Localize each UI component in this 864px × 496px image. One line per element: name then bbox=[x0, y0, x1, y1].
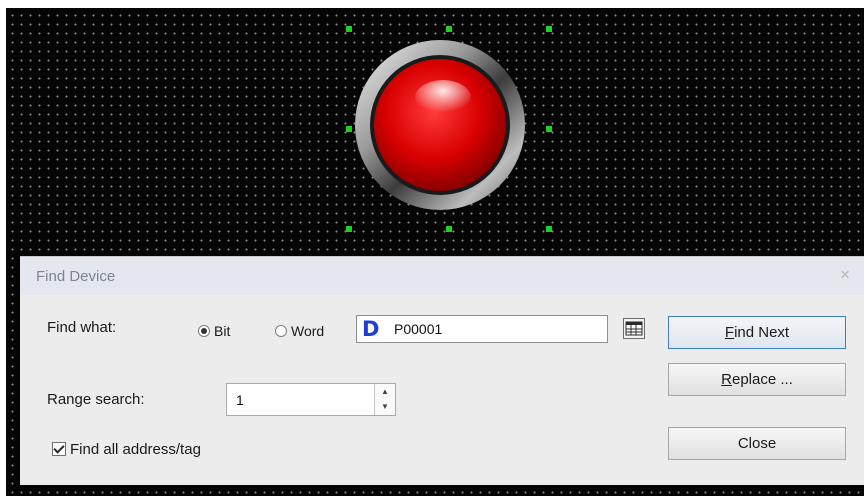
selection-handle-bottom-middle[interactable] bbox=[446, 226, 452, 232]
selection-handle-middle-right[interactable] bbox=[546, 126, 552, 132]
bit-radio[interactable] bbox=[198, 325, 210, 337]
spin-down-icon[interactable]: ▼ bbox=[375, 399, 395, 414]
range-search-value: 1 bbox=[236, 392, 244, 408]
close-button[interactable]: Close bbox=[668, 427, 846, 460]
word-radio[interactable] bbox=[275, 325, 287, 337]
device-address-input[interactable]: D P00001 bbox=[356, 315, 608, 343]
device-type-icon: D bbox=[362, 317, 380, 341]
selection-handle-bottom-right[interactable] bbox=[546, 226, 552, 232]
replace-mnemonic: R bbox=[721, 371, 732, 388]
word-radio-label[interactable]: Word bbox=[291, 323, 324, 339]
selection-handle-top-left[interactable] bbox=[346, 26, 352, 32]
bit-radio-label[interactable]: Bit bbox=[214, 323, 230, 339]
range-search-label: Range search: bbox=[47, 391, 145, 408]
find-what-label: Find what: bbox=[47, 319, 117, 336]
range-search-spinner[interactable]: 1 ▲ ▼ bbox=[226, 383, 396, 416]
lamp-button-icon[interactable] bbox=[350, 33, 540, 223]
selection-handle-top-middle[interactable] bbox=[446, 26, 452, 32]
find-device-dialog: Find Device × Find what: Bit Word D P000… bbox=[20, 256, 864, 485]
device-table-button[interactable] bbox=[623, 318, 645, 339]
selection-handle-bottom-left[interactable] bbox=[346, 226, 352, 232]
find-all-label[interactable]: Find all address/tag bbox=[70, 441, 201, 458]
find-all-checkbox[interactable] bbox=[52, 442, 66, 456]
dialog-title: Find Device bbox=[36, 268, 116, 285]
device-table-icon bbox=[625, 321, 643, 336]
dialog-titlebar[interactable]: Find Device × bbox=[20, 257, 864, 295]
find-next-mnemonic: F bbox=[724, 324, 735, 341]
selection-handle-top-right[interactable] bbox=[546, 26, 552, 32]
device-address-value: P00001 bbox=[394, 321, 443, 337]
find-next-label: ind Next bbox=[734, 324, 790, 341]
range-search-spin-buttons: ▲ ▼ bbox=[374, 384, 395, 415]
spin-up-icon[interactable]: ▲ bbox=[375, 384, 395, 399]
replace-label: eplace ... bbox=[731, 371, 793, 388]
find-next-button[interactable]: Find Next bbox=[668, 316, 846, 349]
close-icon[interactable]: × bbox=[840, 265, 850, 285]
replace-button[interactable]: Replace ... bbox=[668, 363, 846, 396]
